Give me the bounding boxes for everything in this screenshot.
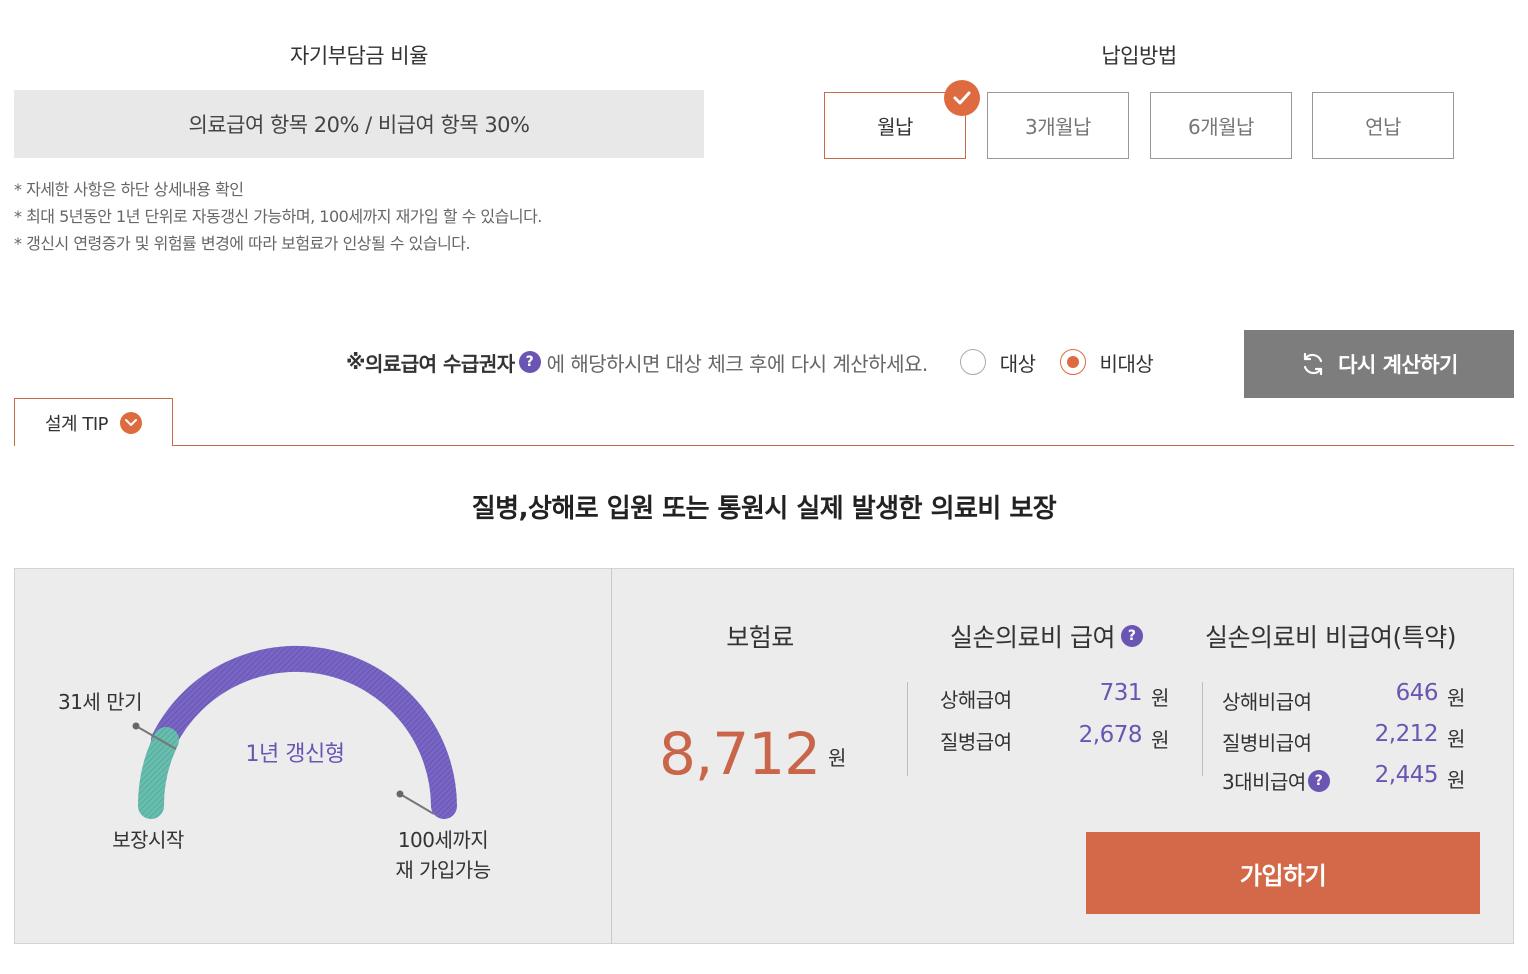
covered-title: 실손의료비 급여 bbox=[950, 623, 1115, 652]
radio-circle-non-target[interactable] bbox=[1059, 349, 1086, 375]
premium-value: 8,712 bbox=[658, 720, 821, 788]
covered-row-label: 질병급여 bbox=[940, 730, 1012, 754]
noncovered-row-label: 3대비급여 bbox=[1222, 770, 1306, 794]
recipient-strong: 의료급여 수급권자 bbox=[364, 351, 515, 376]
covered-row-unit: 원 bbox=[1151, 686, 1169, 710]
noncovered-row-label-wrap: 3대비급여 ? bbox=[1222, 766, 1336, 795]
question-circle-icon[interactable]: ? bbox=[1307, 769, 1330, 792]
covered-title-row: 실손의료비 급여 ? bbox=[950, 618, 1149, 654]
tab-underline bbox=[14, 445, 1514, 446]
gauge-end-label-1: 100세까지 bbox=[397, 828, 489, 852]
note-item: * 최대 5년동안 1년 단위로 자동갱신 가능하며, 100세까지 재가입 할… bbox=[14, 207, 542, 226]
radio-label-target: 대상 bbox=[999, 351, 1036, 376]
noncovered-row-label: 질병비급여 bbox=[1222, 731, 1312, 755]
notes-list: * 자세한 사항은 하단 상세내용 확인 * 최대 5년동안 1년 단위로 자동… bbox=[14, 176, 542, 257]
tab-design-tip[interactable]: 설계 TIP bbox=[14, 398, 173, 446]
payment-option-yearly[interactable]: 연납 bbox=[1312, 92, 1454, 159]
join-button[interactable]: 가입하기 bbox=[1086, 832, 1480, 914]
gauge-arc-renewal bbox=[151, 645, 457, 819]
gauge-end-label-2: 재 가입가능 bbox=[395, 858, 491, 882]
tab-label: 설계 TIP bbox=[45, 413, 109, 435]
check-icon bbox=[944, 80, 980, 116]
question-circle-icon[interactable]: ? bbox=[1120, 625, 1143, 647]
premium-title: 보험료 bbox=[726, 623, 794, 652]
note-item: * 갱신시 연령증가 및 위험률 변경에 따라 보험료가 인상될 수 있습니다. bbox=[14, 234, 471, 253]
marker-100-dot bbox=[396, 790, 404, 798]
recipient-row: ※ 의료급여 수급권자 ? 에 해당하시면 대상 체크 후에 다시 계산하세요.… bbox=[346, 340, 1154, 384]
self-pay-title: 자기부담금 비율 bbox=[290, 44, 428, 68]
covered-row-value: 2,678 bbox=[1078, 722, 1143, 748]
recipient-prefix: ※ bbox=[346, 350, 365, 374]
noncovered-row-value: 2,212 bbox=[1374, 721, 1439, 747]
covered-row-unit: 원 bbox=[1151, 728, 1169, 752]
panel-divider bbox=[611, 568, 612, 944]
radio-non-target[interactable]: 비대상 bbox=[1059, 348, 1154, 377]
marker-31-dot bbox=[132, 722, 140, 730]
radio-target[interactable]: 대상 bbox=[959, 348, 1036, 377]
chevron-down-icon bbox=[120, 411, 142, 434]
coverage-headline: 질병,상해로 입원 또는 통원시 실제 발생한 의료비 보장 bbox=[471, 494, 1057, 524]
noncovered-row-unit: 원 bbox=[1447, 727, 1465, 751]
recalculate-button[interactable]: 다시 계산하기 bbox=[1244, 330, 1514, 398]
note-item: * 자세한 사항은 하단 상세내용 확인 bbox=[14, 180, 244, 199]
gauge-mid-label: 31세 만기 bbox=[57, 690, 143, 714]
noncovered-row-value: 2,445 bbox=[1374, 762, 1439, 788]
self-pay-value: 의료급여 항목 20% / 비급여 항목 30% bbox=[14, 90, 704, 158]
noncovered-title: 실손의료비 비급여(특약) bbox=[1205, 623, 1456, 652]
payment-title: 납입방법 bbox=[1101, 44, 1177, 68]
question-circle-icon[interactable]: ? bbox=[518, 351, 541, 373]
covered-row-value: 731 bbox=[1099, 680, 1143, 706]
radio-circle-target[interactable] bbox=[959, 349, 986, 375]
radio-label-non-target: 비대상 bbox=[1099, 351, 1154, 376]
payment-option-6months[interactable]: 6개월납 bbox=[1150, 92, 1292, 159]
noncovered-row-unit: 원 bbox=[1447, 768, 1465, 792]
recipient-text: 에 해당하시면 대상 체크 후에 다시 계산하세요. bbox=[546, 351, 929, 376]
noncovered-row-label: 상해비급여 bbox=[1222, 690, 1312, 714]
marker-100 bbox=[399, 793, 435, 815]
refresh-icon bbox=[1304, 352, 1323, 376]
gauge-start-label: 보장시작 bbox=[112, 828, 184, 852]
covered-separator bbox=[907, 682, 908, 776]
gauge-center-label: 1년 갱신형 bbox=[245, 742, 345, 767]
gauge-arc-start bbox=[137, 727, 179, 819]
covered-row-label: 상해급여 bbox=[940, 688, 1012, 712]
recalculate-label: 다시 계산하기 bbox=[1338, 353, 1458, 377]
payment-option-3months[interactable]: 3개월납 bbox=[987, 92, 1129, 159]
noncovered-row-value: 646 bbox=[1395, 680, 1439, 706]
noncovered-row-unit: 원 bbox=[1447, 686, 1465, 710]
premium-unit: 원 bbox=[828, 746, 846, 770]
noncovered-separator bbox=[1202, 682, 1203, 776]
